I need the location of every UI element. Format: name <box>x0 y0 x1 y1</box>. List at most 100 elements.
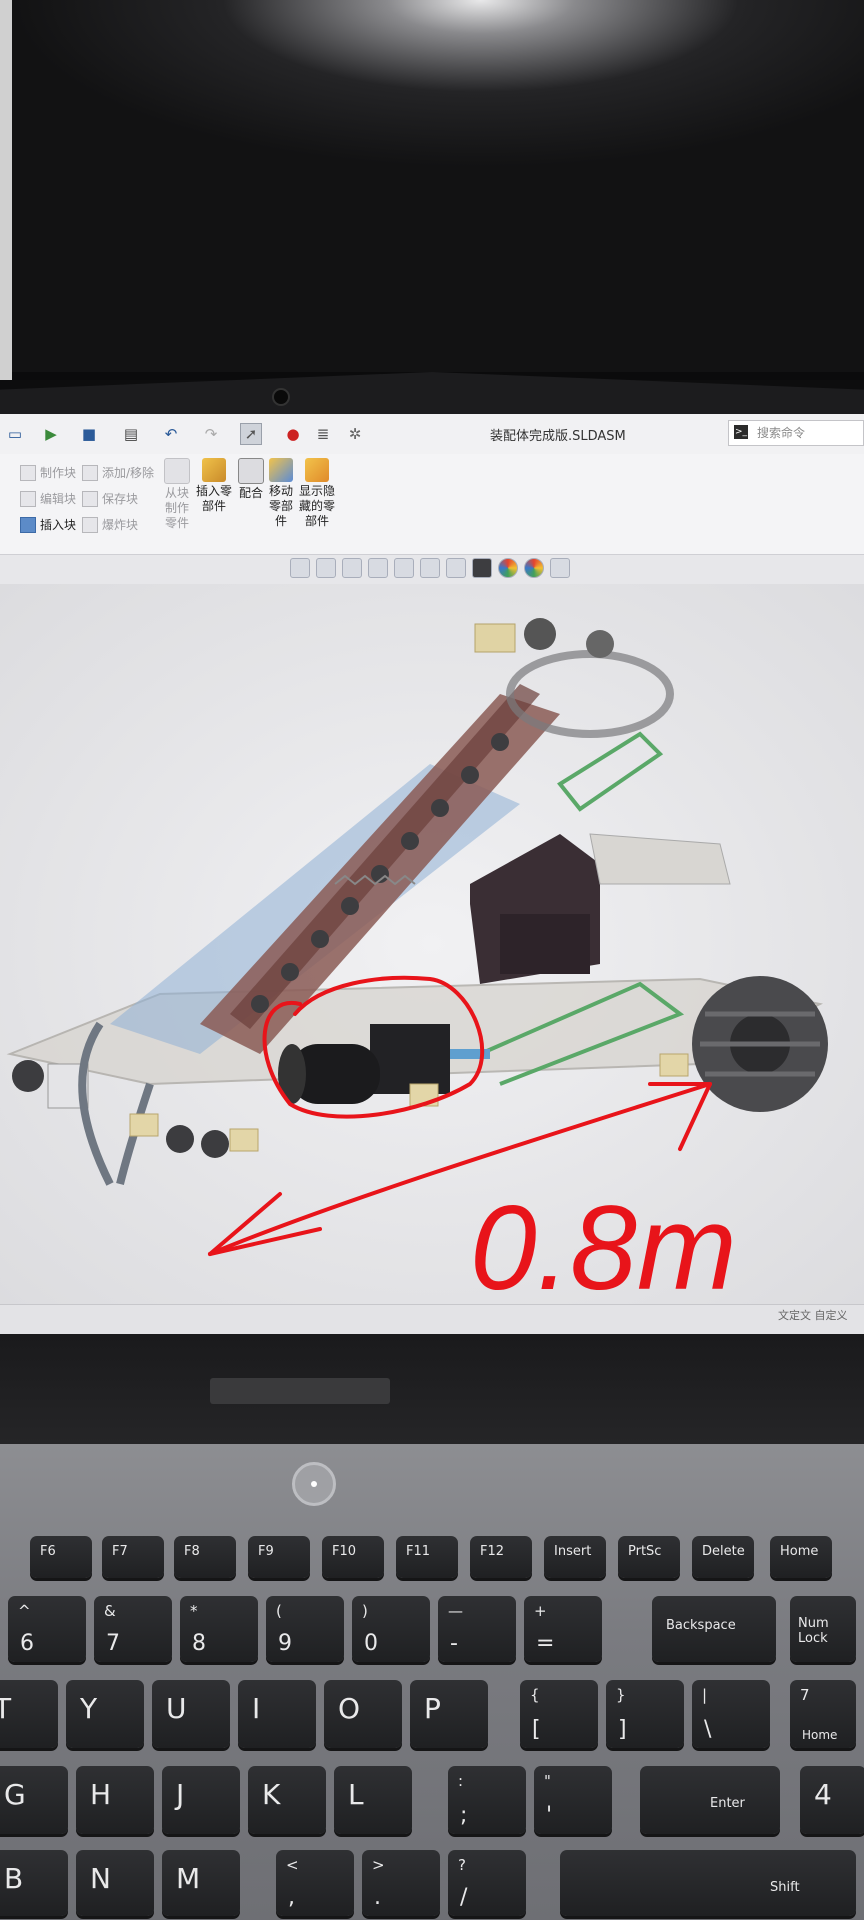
bracket-top-1: } <box>616 1686 626 1704</box>
key--[interactable]: — - <box>438 1596 516 1662</box>
key-p[interactable]: P <box>410 1680 488 1748</box>
insert-component-icon <box>202 458 226 482</box>
add-remove-button[interactable]: 添加/移除 <box>82 464 154 481</box>
view-orientation-icon[interactable] <box>420 558 440 578</box>
key-7[interactable]: & 7 <box>94 1596 172 1662</box>
key-b[interactable]: B <box>0 1850 68 1916</box>
part-from-block-button[interactable]: 从块 制作 零件 <box>158 458 196 531</box>
zoom-to-area-icon[interactable] <box>316 558 336 578</box>
edit-appearance-icon[interactable] <box>498 558 518 578</box>
show-hidden-line2: 藏的零 <box>298 499 335 513</box>
key-f12[interactable]: F12 <box>470 1536 532 1578</box>
edit-block-button[interactable]: 编辑块 <box>20 490 76 507</box>
punct-top-0: < <box>286 1856 299 1874</box>
key-i[interactable]: I <box>238 1680 316 1748</box>
numpad-7-key[interactable]: 7 Home <box>790 1680 856 1748</box>
key-y[interactable]: Y <box>66 1680 144 1748</box>
save-block-button[interactable]: 保存块 <box>82 490 138 507</box>
dynamic-annotation-icon[interactable] <box>394 558 414 578</box>
key-bracket-2[interactable]: | \ <box>692 1680 770 1748</box>
status-bar: 文定文 自定义 <box>0 1304 864 1334</box>
section-view-icon[interactable] <box>368 558 388 578</box>
rebuild-icon[interactable]: ● <box>282 423 304 445</box>
key-=[interactable]: + = <box>524 1596 602 1662</box>
previous-view-icon[interactable] <box>342 558 362 578</box>
undo-icon[interactable]: ↶ <box>160 423 182 445</box>
redo-icon[interactable]: ↷ <box>200 423 222 445</box>
key-f7[interactable]: F7 <box>102 1536 164 1578</box>
key-k[interactable]: K <box>248 1766 326 1834</box>
key-f6[interactable]: F6 <box>30 1536 92 1578</box>
numpad-7-label: 7 <box>800 1686 810 1704</box>
key-g[interactable]: G <box>0 1766 68 1834</box>
key-label-f11: F11 <box>406 1544 431 1559</box>
explode-block-button[interactable]: 爆炸块 <box>82 516 138 533</box>
key-j[interactable]: J <box>162 1766 240 1834</box>
save-icon[interactable]: ■ <box>78 423 100 445</box>
key-l[interactable]: L <box>334 1766 412 1834</box>
punct-bottom-0: , <box>288 1885 295 1910</box>
heads-up-view-toolbar <box>290 558 570 582</box>
semicolon-key[interactable]: :; <box>448 1766 526 1834</box>
hide-show-items-icon[interactable] <box>472 558 492 578</box>
key-t[interactable]: T <box>0 1680 58 1748</box>
punct-key-2[interactable]: ? / <box>448 1850 526 1916</box>
key-label-y: Y <box>80 1692 98 1725</box>
key-label-b: B <box>4 1862 24 1895</box>
backspace-key[interactable]: Backspace <box>652 1596 776 1662</box>
key-f10[interactable]: F10 <box>322 1536 384 1578</box>
key-main-label-3: 9 <box>278 1631 292 1656</box>
key-home[interactable]: Home <box>770 1536 832 1578</box>
key-bracket-1[interactable]: }] <box>606 1680 684 1748</box>
insert-block-button[interactable]: 插入块 <box>20 516 76 533</box>
gear-icon[interactable]: ✲ <box>344 423 366 445</box>
new-document-icon[interactable]: ▭ <box>4 423 26 445</box>
key-shift-label-0: ^ <box>18 1602 31 1620</box>
punct-key-1[interactable]: >. <box>362 1850 440 1916</box>
key-u[interactable]: U <box>152 1680 230 1748</box>
make-block-button[interactable]: 制作块 <box>20 464 76 481</box>
bracket-top-2: | <box>702 1686 708 1704</box>
numpad-4-key[interactable]: 4 <box>800 1766 864 1834</box>
display-style-icon[interactable] <box>446 558 466 578</box>
key-f11[interactable]: F11 <box>396 1536 458 1578</box>
graphics-area[interactable]: 0.8m <box>0 584 864 1315</box>
key-6[interactable]: ^ 6 <box>8 1596 86 1662</box>
key-label-h: H <box>90 1778 112 1811</box>
select-icon[interactable]: ➚ <box>240 423 262 445</box>
key-insert[interactable]: Insert <box>544 1536 606 1578</box>
num-lock-key[interactable]: Num Lock <box>790 1596 856 1662</box>
key-f8[interactable]: F8 <box>174 1536 236 1578</box>
power-button[interactable] <box>292 1462 336 1506</box>
shift-key[interactable]: Shift <box>560 1850 856 1916</box>
key-0[interactable]: ) 0 <box>352 1596 430 1662</box>
quote-key[interactable]: " ' <box>534 1766 612 1834</box>
enter-key[interactable]: Enter <box>640 1766 780 1834</box>
monitor-edge <box>0 0 864 380</box>
apply-scene-icon[interactable] <box>524 558 544 578</box>
semicolon-bottom: ; <box>460 1803 468 1828</box>
file-properties-icon[interactable]: ≣ <box>312 423 334 445</box>
punct-key-0[interactable]: <, <box>276 1850 354 1916</box>
key-prtsc[interactable]: PrtSc <box>618 1536 680 1578</box>
insert-component-button[interactable]: 插入零 部件 <box>192 458 236 514</box>
punct-bottom-2: / <box>460 1885 468 1910</box>
key-o[interactable]: O <box>324 1680 402 1748</box>
key-9[interactable]: (9 <box>266 1596 344 1662</box>
print-icon[interactable]: ▤ <box>120 423 142 445</box>
key-8[interactable]: * 8 <box>180 1596 258 1662</box>
key-bracket-0[interactable]: {[ <box>520 1680 598 1748</box>
assembly-model: 0.8m <box>6 618 828 1315</box>
view-settings-icon[interactable] <box>550 558 570 578</box>
search-commands-input[interactable]: 搜索命令 <box>728 420 864 446</box>
zoom-to-fit-icon[interactable] <box>290 558 310 578</box>
semicolon-top: : <box>458 1772 464 1790</box>
key-h[interactable]: H <box>76 1766 154 1834</box>
key-m[interactable]: M <box>162 1850 240 1916</box>
key-delete[interactable]: Delete <box>692 1536 754 1578</box>
key-label-t: T <box>0 1692 12 1725</box>
show-hidden-components-button[interactable]: 显示隐 藏的零 部件 <box>294 458 340 529</box>
key-n[interactable]: N <box>76 1850 154 1916</box>
open-icon[interactable]: ▶ <box>40 423 62 445</box>
key-f9[interactable]: F9 <box>248 1536 310 1578</box>
